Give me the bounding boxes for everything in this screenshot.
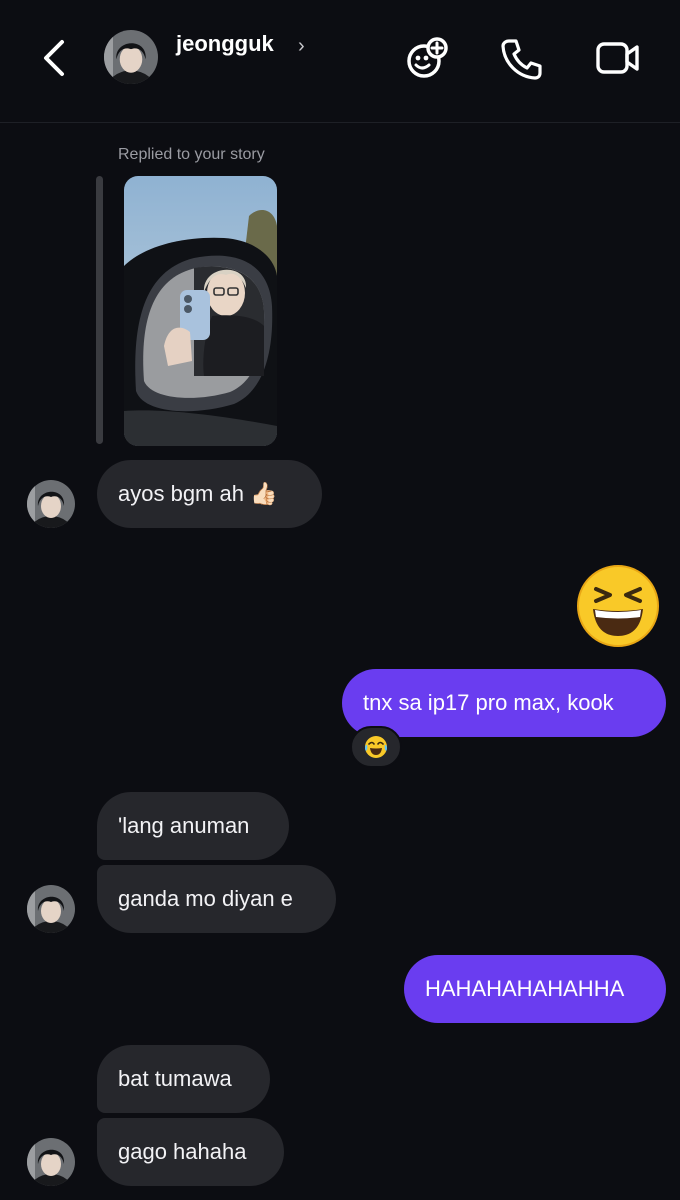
incoming-message[interactable]: gago hahaha [97, 1118, 284, 1186]
sender-avatar[interactable] [27, 885, 75, 933]
sender-avatar[interactable] [27, 480, 75, 528]
back-arrow-icon[interactable] [38, 38, 74, 78]
incoming-message[interactable]: 'lang anuman [97, 792, 289, 860]
incoming-message[interactable]: ayos bgm ah 👍🏻 [97, 460, 322, 528]
contact-name[interactable]: jeongguk [176, 31, 274, 57]
outgoing-message[interactable]: HAHAHAHAHAHHA [404, 955, 666, 1023]
chat-header: jeongguk › [0, 0, 680, 123]
story-reply-label: Replied to your story [118, 146, 265, 163]
incoming-message[interactable]: bat tumawa [97, 1045, 270, 1113]
video-camera-icon[interactable] [596, 36, 640, 80]
reaction-badge[interactable] [350, 726, 402, 768]
sender-avatar[interactable] [27, 1138, 75, 1186]
phone-icon[interactable] [499, 36, 543, 80]
grinning-squinting-face-emoji[interactable] [576, 564, 660, 648]
contact-avatar[interactable] [104, 30, 158, 84]
incoming-message[interactable]: ganda mo diyan e [97, 865, 336, 933]
reply-quote-bar [96, 176, 103, 444]
game-controller-add-icon[interactable] [405, 36, 449, 80]
outgoing-message[interactable]: tnx sa ip17 pro max, kook [342, 669, 666, 737]
story-thumbnail[interactable] [124, 176, 277, 446]
chevron-right-icon[interactable]: › [298, 35, 305, 58]
face-with-tears-of-joy-icon [365, 736, 387, 758]
